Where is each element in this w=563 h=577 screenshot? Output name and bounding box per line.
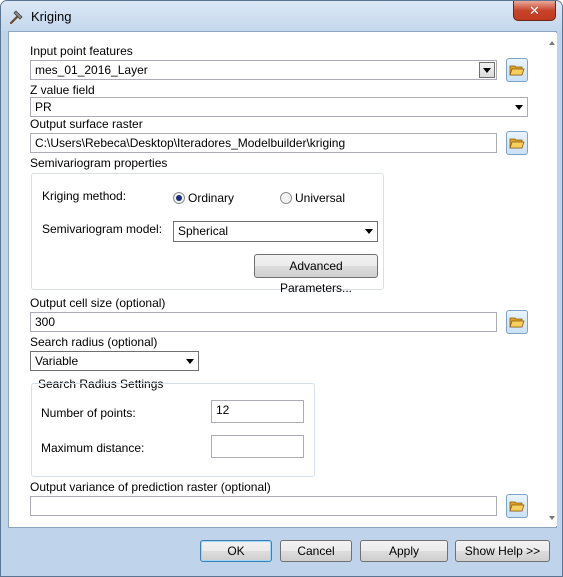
dialog-content: Input point features mes_01_2016_Layer Z… [8,31,557,528]
input-point-features-label: Input point features [30,44,133,58]
kriging-dialog: Kriging ✕ Input point features mes_01_20… [0,0,563,577]
output-surface-raster-label: Output surface raster [30,117,143,131]
kriging-method-label: Kriging method: [42,189,127,203]
open-folder-icon [509,501,525,512]
universal-radio[interactable] [280,192,292,204]
search-radius-value: Variable [35,354,79,368]
input-point-features-combo[interactable]: mes_01_2016_Layer [30,60,497,80]
output-surface-raster-value: C:\Users\Rebeca\Desktop\Iteradores_Model… [35,136,346,150]
show-help-button[interactable]: Show Help >> [455,540,550,562]
hammer-icon [9,10,23,25]
open-folder-icon [509,138,525,149]
browse-output-surface-raster-button[interactable] [506,131,528,155]
universal-radio-label[interactable]: Universal [295,191,345,205]
title-bar[interactable]: Kriging ✕ [1,1,562,31]
advanced-parameters-button[interactable]: Advanced Parameters... [254,254,378,295]
output-cell-size-input[interactable]: 300 [30,312,497,332]
maximum-distance-label: Maximum distance: [41,441,145,455]
ordinary-radio-label[interactable]: Ordinary [188,191,234,205]
apply-button[interactable]: Apply [360,540,448,562]
scroll-up-icon[interactable] [549,41,555,45]
output-cell-size-label: Output cell size (optional) [30,296,166,310]
semivariogram-properties-group: Kriging method: Ordinary Universal Semiv… [31,173,384,295]
output-cell-size-value: 300 [35,315,56,329]
chevron-down-icon [515,105,523,110]
z-value-field-label: Z value field [30,83,95,97]
semivariogram-model-value: Spherical [178,224,229,238]
browse-input-point-features-button[interactable] [506,58,528,82]
open-folder-icon [509,65,525,76]
browse-output-variance-button[interactable] [506,494,528,518]
z-value-field-value: PR [35,100,52,114]
ok-button[interactable]: OK [200,540,272,562]
scroll-down-icon[interactable] [549,516,555,520]
input-point-features-value: mes_01_2016_Layer [35,63,148,77]
number-of-points-label: Number of points: [41,406,136,420]
input-point-features-dropdown[interactable] [479,62,495,78]
chevron-down-icon [186,359,194,364]
semivariogram-model-label: Semivariogram model: [42,222,163,236]
browse-output-cell-size-button[interactable] [506,310,528,334]
z-value-field-select[interactable]: PR [30,97,528,117]
search-radius-settings-group: Number of points: 12 Maximum distance: [31,383,315,477]
output-surface-raster-input[interactable]: C:\Users\Rebeca\Desktop\Iteradores_Model… [30,133,497,153]
window-title: Kriging [31,9,72,24]
semivariogram-model-select[interactable]: Spherical [173,221,378,242]
maximum-distance-input[interactable] [211,435,304,458]
search-radius-select[interactable]: Variable [30,351,199,371]
semivariogram-properties-label: Semivariogram properties [30,156,168,170]
ordinary-radio[interactable] [173,192,185,204]
number-of-points-value: 12 [216,403,230,417]
search-radius-label: Search radius (optional) [30,335,158,349]
chevron-down-icon [365,229,373,234]
output-variance-input[interactable] [30,496,497,516]
close-button[interactable]: ✕ [513,1,556,21]
open-folder-icon [509,317,525,328]
number-of-points-input[interactable]: 12 [211,400,304,423]
cancel-button[interactable]: Cancel [280,540,352,562]
output-variance-label: Output variance of prediction raster (op… [30,480,271,494]
close-icon: ✕ [529,2,540,18]
chevron-down-icon [483,68,491,73]
vertical-scrollbar[interactable] [547,33,557,526]
